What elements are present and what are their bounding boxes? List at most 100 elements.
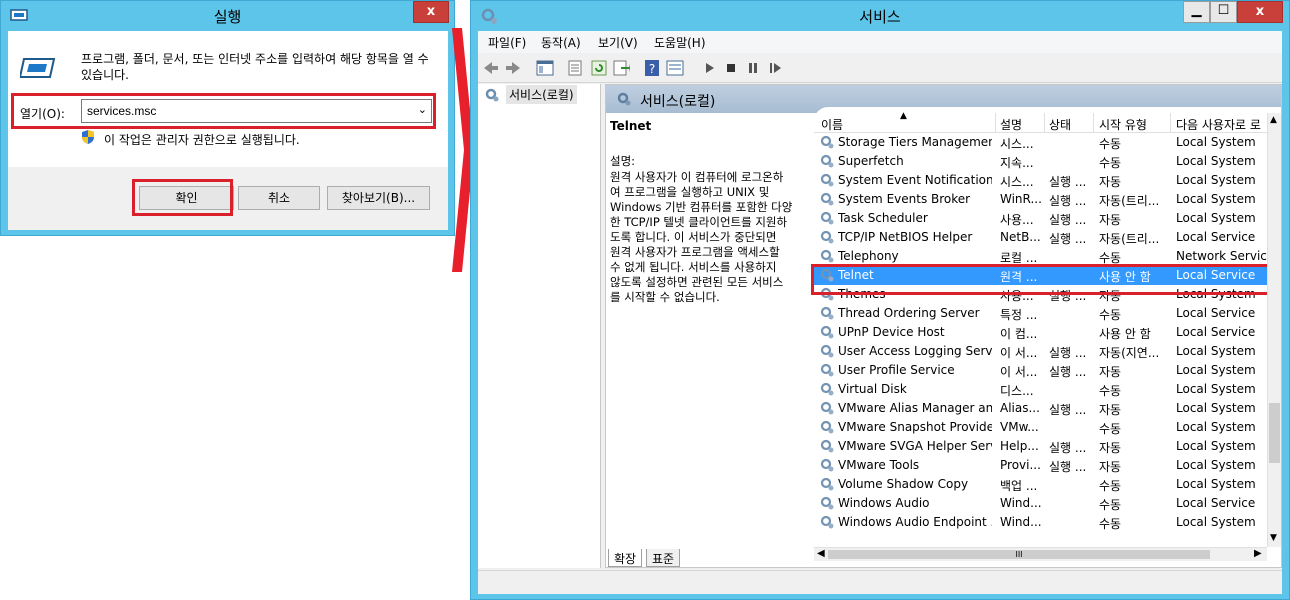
back-icon[interactable] <box>482 59 500 77</box>
column-separator <box>1170 113 1171 133</box>
cancel-button[interactable]: 취소 <box>238 186 320 210</box>
export-list-icon[interactable] <box>612 59 630 77</box>
table-row[interactable]: User Access Logging Service 이 서... 실행 ... 자… <box>814 342 1267 361</box>
open-highlight <box>11 93 436 129</box>
service-name: User Access Logging Service <box>838 344 992 358</box>
menu-file[interactable]: 파일(F) <box>488 34 526 51</box>
column-status[interactable]: 상태 <box>1049 116 1071 133</box>
service-description: 이 컴... <box>1000 327 1038 341</box>
table-row[interactable]: Volume Shadow Copy 백업 ... 수동 Local System <box>814 475 1267 494</box>
table-row[interactable]: TCP/IP NetBIOS Helper NetB... 실행 ... 자동(트리.… <box>814 228 1267 247</box>
service-logon-as: Local System <box>1176 192 1256 206</box>
service-status: 실행 ... <box>1049 194 1087 208</box>
service-name: Volume Shadow Copy <box>838 477 969 491</box>
service-name: UPnP Device Host <box>838 325 945 339</box>
scroll-up-icon[interactable]: ▲ <box>1270 115 1277 125</box>
service-gear-icon <box>820 382 834 396</box>
table-row[interactable]: Virtual Disk 디스... 수동 Local System <box>814 380 1267 399</box>
stop-service-icon[interactable] <box>722 59 740 77</box>
table-row[interactable]: Windows Audio Wind... 수동 Local Service <box>814 494 1267 513</box>
service-logon-as: Local Service <box>1176 325 1256 339</box>
service-logon-as: Local System <box>1176 439 1256 453</box>
menu-action[interactable]: 동작(A) <box>541 34 581 51</box>
properties-icon[interactable] <box>566 59 584 77</box>
service-logon-as: Local System <box>1176 154 1256 168</box>
service-status: 실행 ... <box>1049 175 1087 189</box>
service-startup-type: 자동 <box>1099 403 1122 417</box>
pause-service-icon[interactable] <box>744 59 762 77</box>
service-logon-as: Local System <box>1176 458 1256 472</box>
browse-button[interactable]: 찾아보기(B)... <box>327 186 430 210</box>
table-row[interactable]: User Profile Service 이 서... 실행 ... 자동 Local … <box>814 361 1267 380</box>
vertical-scroll-thumb[interactable] <box>1269 403 1280 463</box>
service-startup-type: 수동 <box>1099 517 1122 531</box>
table-row[interactable]: Storage Tiers Management 시스... 수동 Local Sys… <box>814 133 1267 152</box>
service-description: 시스... <box>1000 137 1034 151</box>
column-logon-as[interactable]: 다음 사용자로 로 <box>1176 116 1267 133</box>
service-gear-icon <box>820 515 834 529</box>
help-icon[interactable]: ? <box>643 59 661 77</box>
minimize-button[interactable]: ▁ <box>1183 1 1210 23</box>
maximize-button[interactable]: ☐ <box>1210 1 1237 23</box>
table-row[interactable]: Windows Audio Endpoint ... Wind... 수동 Local… <box>814 513 1267 532</box>
table-row[interactable]: Task Scheduler 사용... 실행 ... 자동 Local System <box>814 209 1267 228</box>
service-startup-type: 자동 <box>1099 460 1122 474</box>
tab-standard[interactable]: 표준 <box>646 549 681 567</box>
service-gear-icon <box>820 420 834 434</box>
table-row[interactable]: VMware SVGA Helper Serv... Help... 실행 ... 자… <box>814 437 1267 456</box>
service-logon-as: Local Service <box>1176 496 1256 510</box>
service-name: User Profile Service <box>838 363 955 377</box>
menu-bar: 파일(F) 동작(A) 보기(V) 도움말(H) <box>478 31 1282 53</box>
vertical-scrollbar[interactable]: ▲ ▼ <box>1267 113 1281 547</box>
service-description: 사용... <box>1000 213 1034 227</box>
service-gear-icon <box>820 363 834 377</box>
view-icon[interactable] <box>666 59 684 77</box>
service-logon-as: Local System <box>1176 173 1256 187</box>
run-close-button[interactable]: x <box>413 1 449 23</box>
service-gear-icon <box>820 496 834 510</box>
forward-icon[interactable] <box>504 59 522 77</box>
service-name: System Events Broker <box>838 192 971 206</box>
refresh-icon[interactable] <box>590 59 608 77</box>
service-logon-as: Local System <box>1176 135 1256 149</box>
service-name: Task Scheduler <box>838 211 928 225</box>
status-bar <box>478 570 1282 592</box>
column-name[interactable]: 이름 <box>821 116 843 133</box>
service-name: VMware Alias Manager an... <box>838 401 992 415</box>
table-row[interactable]: Superfetch 지속... 수동 Local System <box>814 152 1267 171</box>
table-row[interactable]: VMware Snapshot Provider VMw... 수동 Local Sy… <box>814 418 1267 437</box>
toolbar: ? <box>478 53 1282 83</box>
detail-line: 한 TCP/IP 텔넷 클라이언트를 지원하 <box>610 215 788 229</box>
table-row[interactable]: VMware Alias Manager an... Alias... 실행 ...… <box>814 399 1267 418</box>
service-startup-type: 자동 <box>1099 175 1122 189</box>
service-startup-type: 자동(지연... <box>1099 346 1160 360</box>
service-status: 실행 ... <box>1049 213 1087 227</box>
restart-service-icon[interactable] <box>766 59 784 77</box>
service-status: 실행 ... <box>1049 346 1087 360</box>
menu-view[interactable]: 보기(V) <box>598 34 638 51</box>
table-row[interactable]: System Events Broker WinR... 실행 ... 자동(트리..… <box>814 190 1267 209</box>
table-row[interactable]: System Event Notification ... 시스... 실행 ...… <box>814 171 1267 190</box>
service-logon-as: Local System <box>1176 420 1256 434</box>
table-row[interactable]: UPnP Device Host 이 컴... 사용 안 함 Local Servic… <box>814 323 1267 342</box>
tree-item-services-local[interactable]: 서비스(로컬) <box>506 85 577 104</box>
service-description: 백업 ... <box>1000 479 1038 493</box>
detail-description-label: 설명: <box>610 154 636 168</box>
service-status: 실행 ... <box>1049 441 1087 455</box>
table-row[interactable]: VMware Tools Provi... 실행 ... 자동 Local System <box>814 456 1267 475</box>
tab-extended[interactable]: 확장 <box>608 549 643 567</box>
service-gear-icon <box>820 192 834 206</box>
start-service-icon[interactable] <box>700 59 718 77</box>
service-startup-type: 수동 <box>1099 422 1122 436</box>
menu-help[interactable]: 도움말(H) <box>654 34 706 51</box>
service-description: 특정 ... <box>1000 308 1038 322</box>
detail-line: 원격 사용자가 이 컴퓨터에 로그온하 <box>610 170 784 184</box>
admin-note: 이 작업은 관리자 권한으로 실행됩니다. <box>104 133 300 147</box>
column-description[interactable]: 설명 <box>1000 116 1022 133</box>
table-row[interactable]: Thread Ordering Server 특정 ... 수동 Local Serv… <box>814 304 1267 323</box>
service-description: Wind... <box>1000 515 1042 529</box>
column-startup-type[interactable]: 시작 유형 <box>1099 116 1147 133</box>
scroll-down-icon[interactable]: ▼ <box>1270 533 1277 543</box>
services-close-button[interactable]: x <box>1237 1 1283 23</box>
console-tree-icon[interactable] <box>536 59 554 77</box>
